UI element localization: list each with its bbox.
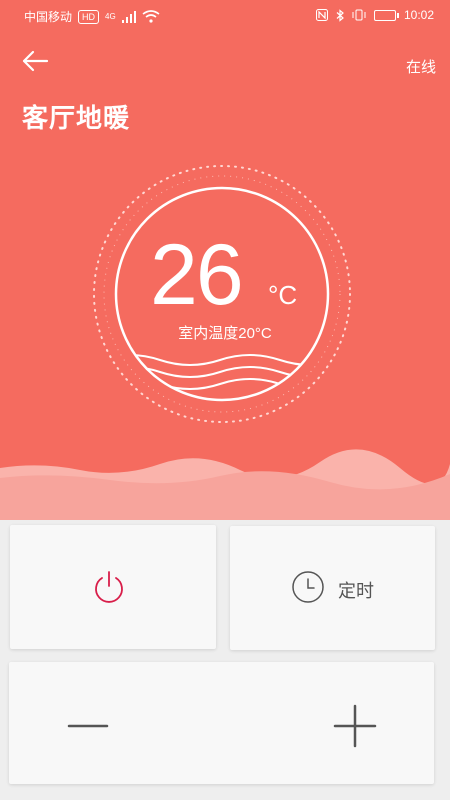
room-temperature: 室内温度20°C xyxy=(178,325,272,342)
set-temperature: 26 xyxy=(150,227,244,323)
power-icon xyxy=(95,571,123,603)
temperature-adjust-panel xyxy=(9,662,434,784)
power-button[interactable] xyxy=(10,525,216,649)
minus-icon[interactable] xyxy=(59,696,119,756)
temperature-unit: °C xyxy=(268,280,298,310)
thermostat-hero: 中国移动 HD 4G 10:02 在线 客厅地暖 26 °C 室内温度20°C xyxy=(0,0,450,520)
clock-icon xyxy=(292,571,324,603)
plus-icon[interactable] xyxy=(325,696,385,756)
timer-button[interactable]: 定时 xyxy=(230,526,435,650)
timer-label: 定时 xyxy=(338,581,374,601)
